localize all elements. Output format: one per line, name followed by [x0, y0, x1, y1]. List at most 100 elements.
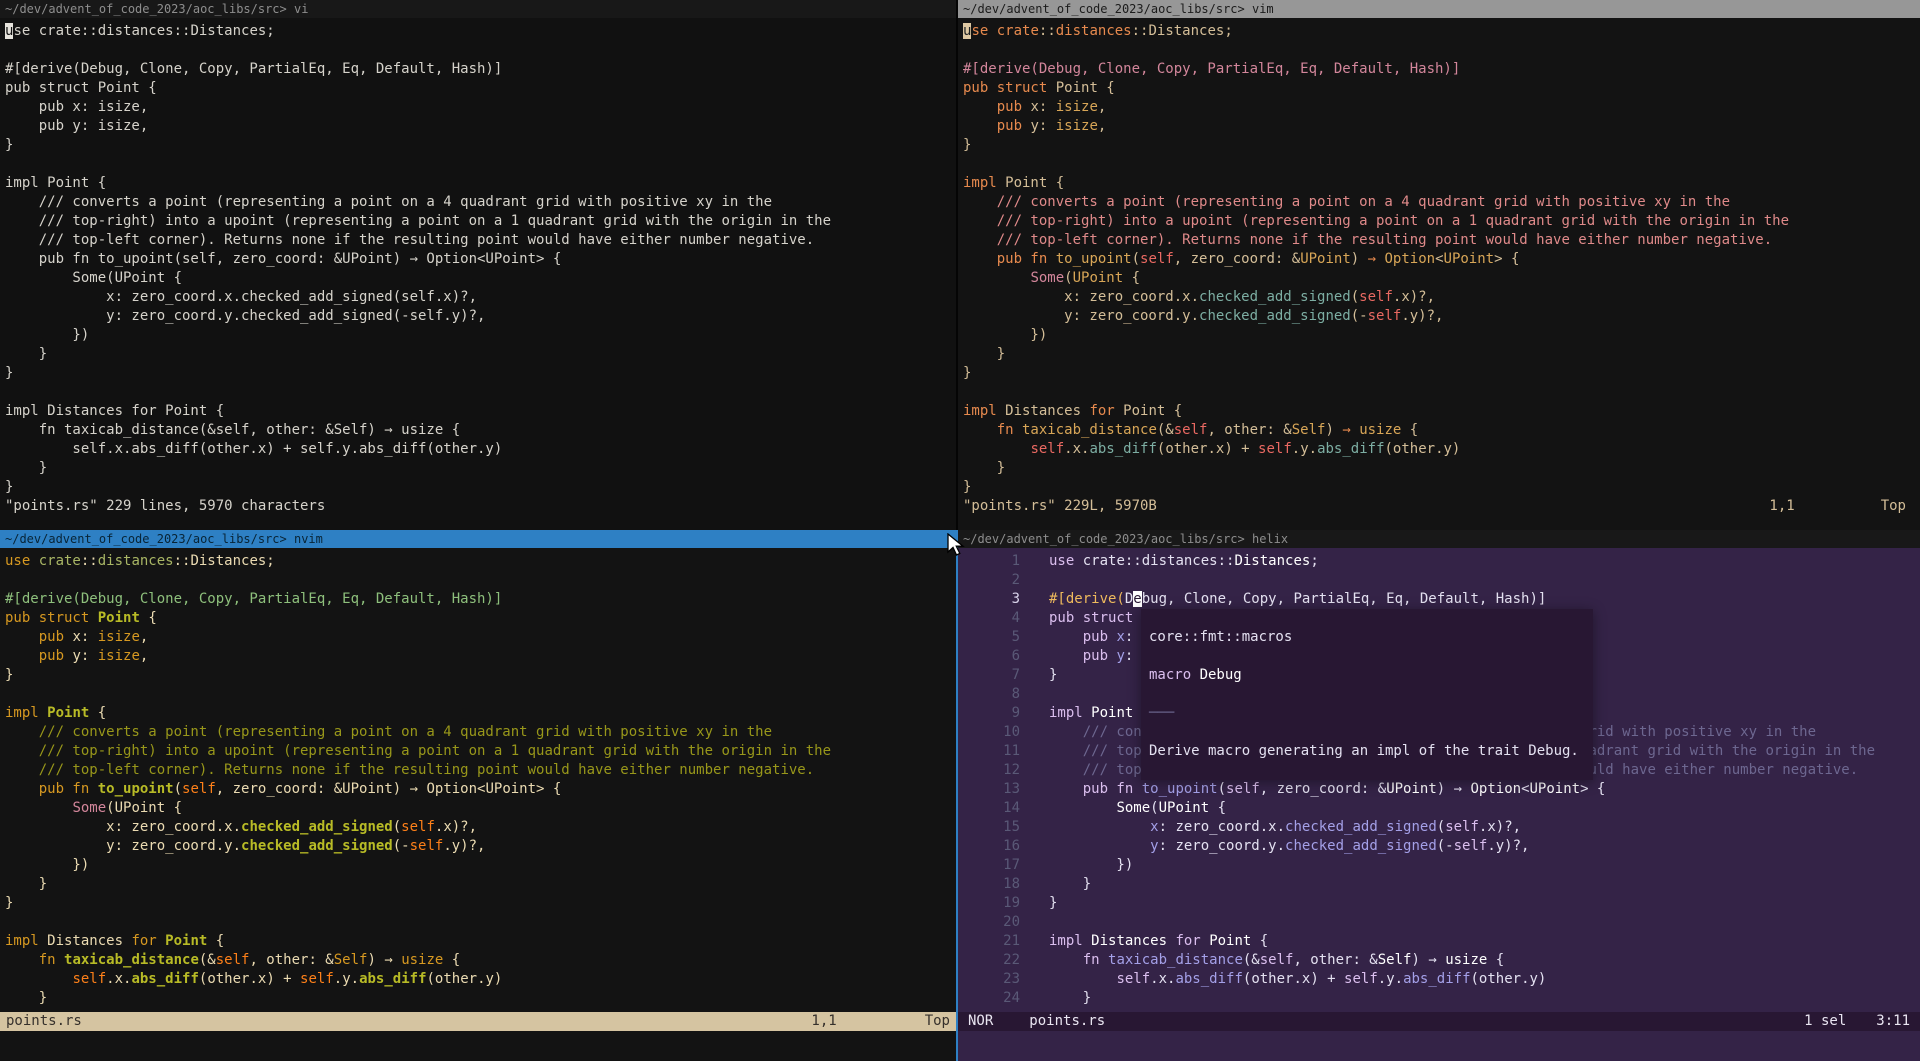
vim-status-line: "points.rs" 229L, 5970B 1,1 Top [958, 497, 1920, 516]
code-line: } [963, 459, 1920, 478]
code-line: pub struct Point { [963, 79, 1920, 98]
code-line: 3#[derive(Debug, Clone, Copy, PartialEq,… [958, 590, 1920, 609]
code-line [5, 41, 956, 60]
popup-row: Derive macro generating an impl of the t… [1149, 742, 1585, 761]
code-line: Some(UPoint { [5, 799, 956, 818]
code-line: y: zero_coord.y.checked_add_signed(-self… [5, 837, 956, 856]
code-line: use crate::distances::Distances; [5, 22, 956, 41]
code-line: } [5, 666, 956, 685]
code-line: pub fn to_upoint(self, zero_coord: &UPoi… [5, 780, 956, 799]
helix-cmdline [958, 1031, 1920, 1061]
code-line: } [5, 136, 956, 155]
line-number: 19 [958, 894, 1020, 913]
code-line: fn taxicab_distance(&self, other: &Self)… [5, 951, 956, 970]
code-line: } [963, 364, 1920, 383]
code-line: self.x.abs_diff(other.x) + self.y.abs_di… [5, 970, 956, 989]
code-line: 19} [958, 894, 1920, 913]
code-line: impl Distances for Point { [963, 402, 1920, 421]
pane-title-helix[interactable]: ~/dev/advent_of_code_2023/aoc_libs/src> … [958, 530, 1920, 548]
line-number: 5 [958, 628, 1020, 647]
code-line: y: zero_coord.y.checked_add_signed(-self… [5, 307, 956, 326]
vim-cursor-position: 1,1 [1769, 497, 1794, 516]
nvim-buffer[interactable]: use crate::distances::Distances;#[derive… [0, 548, 956, 1012]
nvim-scroll-indicator: Top [925, 1012, 950, 1031]
docs-popup: core::fmt::macrosmacro Debug───Derive ma… [1141, 609, 1593, 780]
helix-selection-count: 1 sel [1804, 1012, 1846, 1031]
code-line: impl Point { [5, 174, 956, 193]
code-line: impl Point { [5, 704, 956, 723]
vi-file-info: "points.rs" 229 lines, 5970 characters [5, 497, 325, 516]
pane-nvim[interactable]: ~/dev/advent_of_code_2023/aoc_libs/src> … [0, 530, 958, 1061]
line-number: 10 [958, 723, 1020, 742]
nvim-statusline: points.rs 1,1 Top [0, 1012, 956, 1031]
pane-title-vi[interactable]: ~/dev/advent_of_code_2023/aoc_libs/src> … [0, 0, 956, 18]
line-number: 18 [958, 875, 1020, 894]
line-number: 22 [958, 951, 1020, 970]
mouse-cursor-icon [946, 533, 968, 557]
vim-scroll-indicator: Top [1881, 497, 1906, 516]
code-line: pub y: isize, [963, 117, 1920, 136]
helix-statusline: NOR points.rs 1 sel 3:11 [958, 1012, 1920, 1031]
line-number: 2 [958, 571, 1020, 590]
line-number: 13 [958, 780, 1020, 799]
code-line: x: zero_coord.x.checked_add_signed(self.… [963, 288, 1920, 307]
code-line: } [963, 136, 1920, 155]
code-line: fn taxicab_distance(&self, other: &Self)… [963, 421, 1920, 440]
line-number: 7 [958, 666, 1020, 685]
line-number: 3 [958, 590, 1020, 609]
code-line: 14 Some(UPoint { [958, 799, 1920, 818]
line-number: 16 [958, 837, 1020, 856]
code-line: pub struct Point { [5, 79, 956, 98]
code-line: } [5, 875, 956, 894]
code-line: 24 } [958, 989, 1920, 1008]
code-line: 1use crate::distances::Distances; [958, 552, 1920, 571]
code-line [963, 383, 1920, 402]
code-line [5, 571, 956, 590]
code-line: 17 }) [958, 856, 1920, 875]
pane-vim[interactable]: ~/dev/advent_of_code_2023/aoc_libs/src> … [958, 0, 1920, 530]
code-line [963, 41, 1920, 60]
terminal-multiplexer: ~/dev/advent_of_code_2023/aoc_libs/src> … [0, 0, 1920, 1061]
code-line: x: zero_coord.x.checked_add_signed(self.… [5, 818, 956, 837]
vi-status-line: "points.rs" 229 lines, 5970 characters [0, 497, 956, 516]
code-line: #[derive(Debug, Clone, Copy, PartialEq, … [5, 60, 956, 79]
pane-helix[interactable]: ~/dev/advent_of_code_2023/aoc_libs/src> … [958, 530, 1920, 1061]
code-line: Some(UPoint { [5, 269, 956, 288]
code-line: self.x.abs_diff(other.x) + self.y.abs_di… [5, 440, 956, 459]
nvim-cursor-position: 1,1 [811, 1012, 836, 1031]
popup-row [1149, 609, 1585, 628]
code-line: fn taxicab_distance(&self, other: &Self)… [5, 421, 956, 440]
line-number: 20 [958, 913, 1020, 932]
code-line: pub fn to_upoint(self, zero_coord: &UPoi… [5, 250, 956, 269]
code-line [5, 685, 956, 704]
code-line: 18 } [958, 875, 1920, 894]
code-line: /// top-left corner). Returns none if th… [5, 231, 956, 250]
code-line: impl Distances for Point { [5, 402, 956, 421]
code-line: /// converts a point (representing a poi… [963, 193, 1920, 212]
code-line: pub x: isize, [5, 628, 956, 647]
code-line: /// top-left corner). Returns none if th… [5, 761, 956, 780]
line-number: 14 [958, 799, 1020, 818]
code-line: #[derive(Debug, Clone, Copy, PartialEq, … [963, 60, 1920, 79]
code-line: } [963, 345, 1920, 364]
code-line: /// top-right) into a upoint (representi… [963, 212, 1920, 231]
code-line: Some(UPoint { [963, 269, 1920, 288]
line-number: 15 [958, 818, 1020, 837]
popup-row [1149, 761, 1585, 780]
vi-buffer[interactable]: use crate::distances::Distances;#[derive… [0, 18, 956, 497]
code-line: pub y: isize, [5, 647, 956, 666]
pane-title-nvim[interactable]: ~/dev/advent_of_code_2023/aoc_libs/src> … [0, 530, 956, 548]
code-line: 23 self.x.abs_diff(other.x) + self.y.abs… [958, 970, 1920, 989]
code-line: } [5, 478, 956, 497]
pane-title-vim[interactable]: ~/dev/advent_of_code_2023/aoc_libs/src> … [958, 0, 1920, 18]
popup-row [1149, 723, 1585, 742]
line-number: 8 [958, 685, 1020, 704]
code-line [5, 913, 956, 932]
code-line: 20 [958, 913, 1920, 932]
pane-vi[interactable]: ~/dev/advent_of_code_2023/aoc_libs/src> … [0, 0, 958, 530]
code-line: /// converts a point (representing a poi… [5, 723, 956, 742]
code-line: 13 pub fn to_upoint(self, zero_coord: &U… [958, 780, 1920, 799]
code-line: pub struct Point { [5, 609, 956, 628]
popup-row [1149, 685, 1585, 704]
vim-buffer[interactable]: use crate::distances::Distances;#[derive… [958, 18, 1920, 497]
